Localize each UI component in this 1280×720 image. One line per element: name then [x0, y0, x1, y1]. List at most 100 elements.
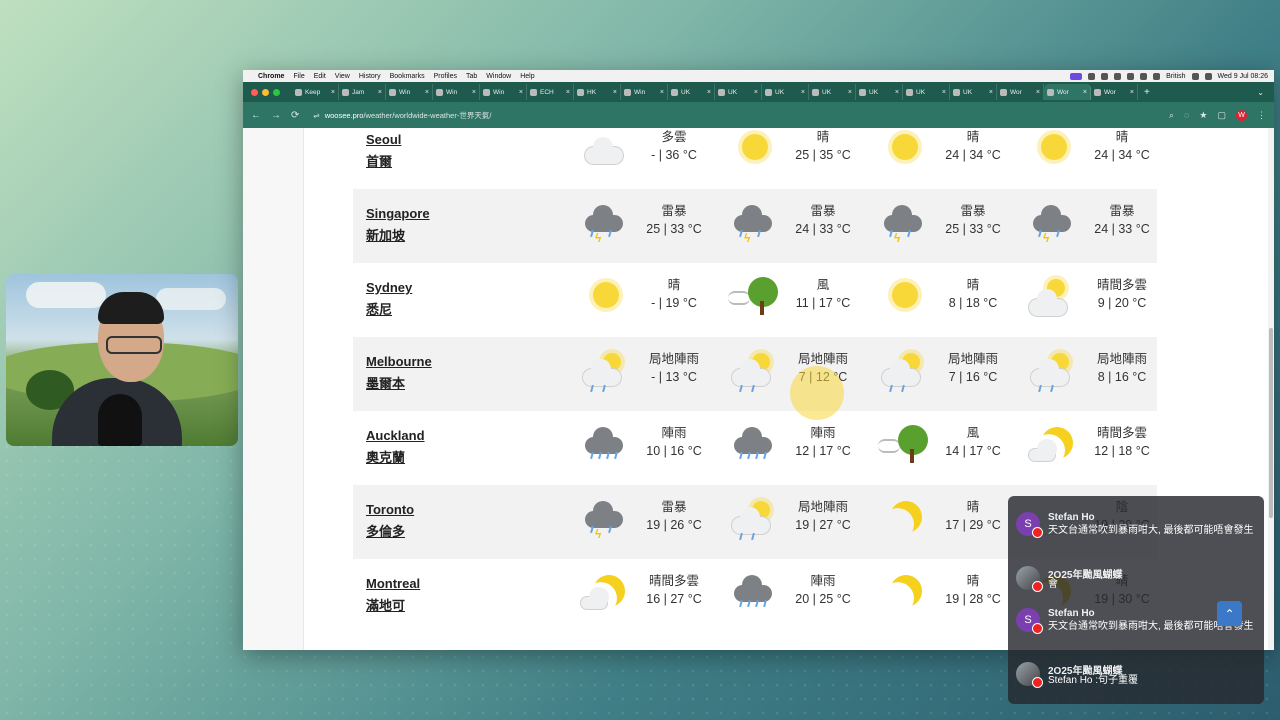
browser-tab[interactable]: UK ×	[762, 84, 809, 100]
close-tab-icon[interactable]: ×	[566, 89, 570, 96]
city-link-en[interactable]: Melbourne	[366, 351, 432, 373]
menu-window[interactable]: Window	[486, 73, 511, 80]
close-tab-icon[interactable]: ×	[754, 89, 758, 96]
menu-kebab-icon[interactable]: ⋮	[1257, 110, 1266, 121]
city-link-zh[interactable]: 滿地可	[366, 595, 420, 617]
browser-tab[interactable]: Keep ×	[292, 84, 339, 100]
city-link-en[interactable]: Sydney	[366, 277, 412, 299]
city-link-zh[interactable]: 新加坡	[366, 225, 430, 247]
browser-tab[interactable]: UK ×	[950, 84, 997, 100]
browser-tab[interactable]: Wor ×	[1044, 84, 1091, 100]
status-icon[interactable]	[1114, 72, 1122, 80]
browser-tab[interactable]: Wor ×	[997, 84, 1044, 100]
city-link-zh[interactable]: 多倫多	[366, 521, 414, 543]
extensions-icon[interactable]: ▢	[1217, 110, 1226, 121]
new-tab-button[interactable]: +	[1144, 87, 1150, 98]
menu-edit[interactable]: Edit	[314, 73, 326, 80]
forward-button[interactable]: →	[271, 110, 281, 121]
minimize-window-button[interactable]	[262, 88, 269, 96]
close-tab-icon[interactable]: ×	[942, 89, 946, 96]
browser-tab[interactable]: UK ×	[809, 84, 856, 100]
browser-tab[interactable]: Win ×	[480, 84, 527, 100]
city-link-en[interactable]: Auckland	[366, 425, 425, 447]
thunderstorm-icon: ϟ	[878, 203, 928, 245]
menu-profiles[interactable]: Profiles	[434, 73, 457, 80]
close-tab-icon[interactable]: ×	[848, 89, 852, 96]
city-link-zh[interactable]: 悉尼	[366, 299, 412, 321]
tab-title: Wor	[1057, 88, 1069, 96]
browser-tab[interactable]: HK ×	[574, 84, 621, 100]
menu-app-name[interactable]: Chrome	[258, 73, 284, 80]
scrollbar[interactable]	[1268, 128, 1274, 650]
forecast-cell: 晴 8 | 18 °C	[878, 263, 1028, 337]
search-icon[interactable]	[1204, 72, 1212, 80]
status-icon[interactable]	[1127, 72, 1135, 80]
browser-tab[interactable]: ECH ×	[527, 84, 574, 100]
browser-tab[interactable]: UK ×	[668, 84, 715, 100]
close-tab-icon[interactable]: ×	[472, 89, 476, 96]
close-tab-icon[interactable]: ×	[1130, 89, 1134, 96]
city-row: Sydney 悉尼晴 - | 19 °C 風 11 | 17 °C 晴 8 | 18 °C 晴…	[353, 263, 1157, 337]
browser-tab[interactable]: Win ×	[621, 84, 668, 100]
close-tab-icon[interactable]: ×	[1083, 89, 1087, 96]
browser-tab[interactable]: Win ×	[386, 84, 433, 100]
menu-help[interactable]: Help	[520, 73, 534, 80]
close-tab-icon[interactable]: ×	[707, 89, 711, 96]
city-link-en[interactable]: Toronto	[366, 499, 414, 521]
close-tab-icon[interactable]: ×	[331, 89, 335, 96]
close-window-button[interactable]	[251, 88, 258, 96]
close-tab-icon[interactable]: ×	[895, 89, 899, 96]
close-tab-icon[interactable]: ×	[425, 89, 429, 96]
city-link-zh[interactable]: 奧克蘭	[366, 447, 425, 469]
site-info-icon[interactable]: ⇌	[313, 111, 319, 120]
tab-search-icon[interactable]: ⌄	[1257, 88, 1264, 97]
close-tab-icon[interactable]: ×	[378, 89, 382, 96]
showers-icon	[878, 351, 928, 393]
status-icon[interactable]	[1140, 72, 1148, 80]
close-tab-icon[interactable]: ×	[660, 89, 664, 96]
city-link-zh[interactable]: 首爾	[366, 151, 401, 173]
menu-view[interactable]: View	[335, 73, 350, 80]
profile-avatar[interactable]: W	[1236, 109, 1247, 121]
menu-history[interactable]: History	[359, 73, 381, 80]
status-icon[interactable]	[1101, 72, 1109, 80]
tab-title: Win	[446, 88, 458, 96]
favicon-icon	[812, 88, 819, 96]
favicon-icon	[671, 88, 678, 96]
city-link-en[interactable]: Montreal	[366, 573, 420, 595]
condition-text: 雷暴	[810, 204, 836, 218]
menu-tab[interactable]: Tab	[466, 73, 477, 80]
close-tab-icon[interactable]: ×	[519, 89, 523, 96]
browser-tab[interactable]: Win ×	[433, 84, 480, 100]
back-to-top-button[interactable]: ⌃	[1217, 601, 1242, 626]
menu-file[interactable]: File	[293, 73, 304, 80]
sunny-icon	[1027, 129, 1077, 169]
condition-text: 多雲	[661, 130, 687, 144]
city-link-en[interactable]: Seoul	[366, 129, 401, 151]
menubar-clock[interactable]: Wed 9 Jul 08:26	[1218, 73, 1268, 80]
back-button[interactable]: ←	[251, 110, 261, 121]
address-bar[interactable]: ⇌ woosee.pro/weather/worldwide-weather-世…	[309, 107, 1159, 123]
eye-off-icon[interactable]: ◌	[1184, 110, 1189, 120]
wifi-icon[interactable]	[1191, 72, 1199, 80]
status-icon[interactable]	[1153, 72, 1161, 80]
status-icon[interactable]	[1088, 72, 1096, 80]
city-link-en[interactable]: Singapore	[366, 203, 430, 225]
screen-record-icon[interactable]	[1070, 72, 1083, 80]
input-source[interactable]: British	[1166, 73, 1185, 80]
zoom-icon[interactable]: ⌕	[1169, 110, 1174, 121]
browser-tab[interactable]: UK ×	[903, 84, 950, 100]
zoom-window-button[interactable]	[273, 88, 280, 96]
close-tab-icon[interactable]: ×	[1036, 89, 1040, 96]
browser-tab[interactable]: Jam ×	[339, 84, 386, 100]
bookmark-star-icon[interactable]: ★	[1199, 110, 1207, 121]
close-tab-icon[interactable]: ×	[613, 89, 617, 96]
browser-tab[interactable]: UK ×	[715, 84, 762, 100]
reload-button[interactable]: ⟳	[291, 110, 299, 121]
close-tab-icon[interactable]: ×	[801, 89, 805, 96]
browser-tab[interactable]: Wor ×	[1091, 84, 1138, 100]
browser-tab[interactable]: UK ×	[856, 84, 903, 100]
menu-bookmarks[interactable]: Bookmarks	[390, 73, 425, 80]
city-link-zh[interactable]: 墨爾本	[366, 373, 432, 395]
close-tab-icon[interactable]: ×	[989, 89, 993, 96]
